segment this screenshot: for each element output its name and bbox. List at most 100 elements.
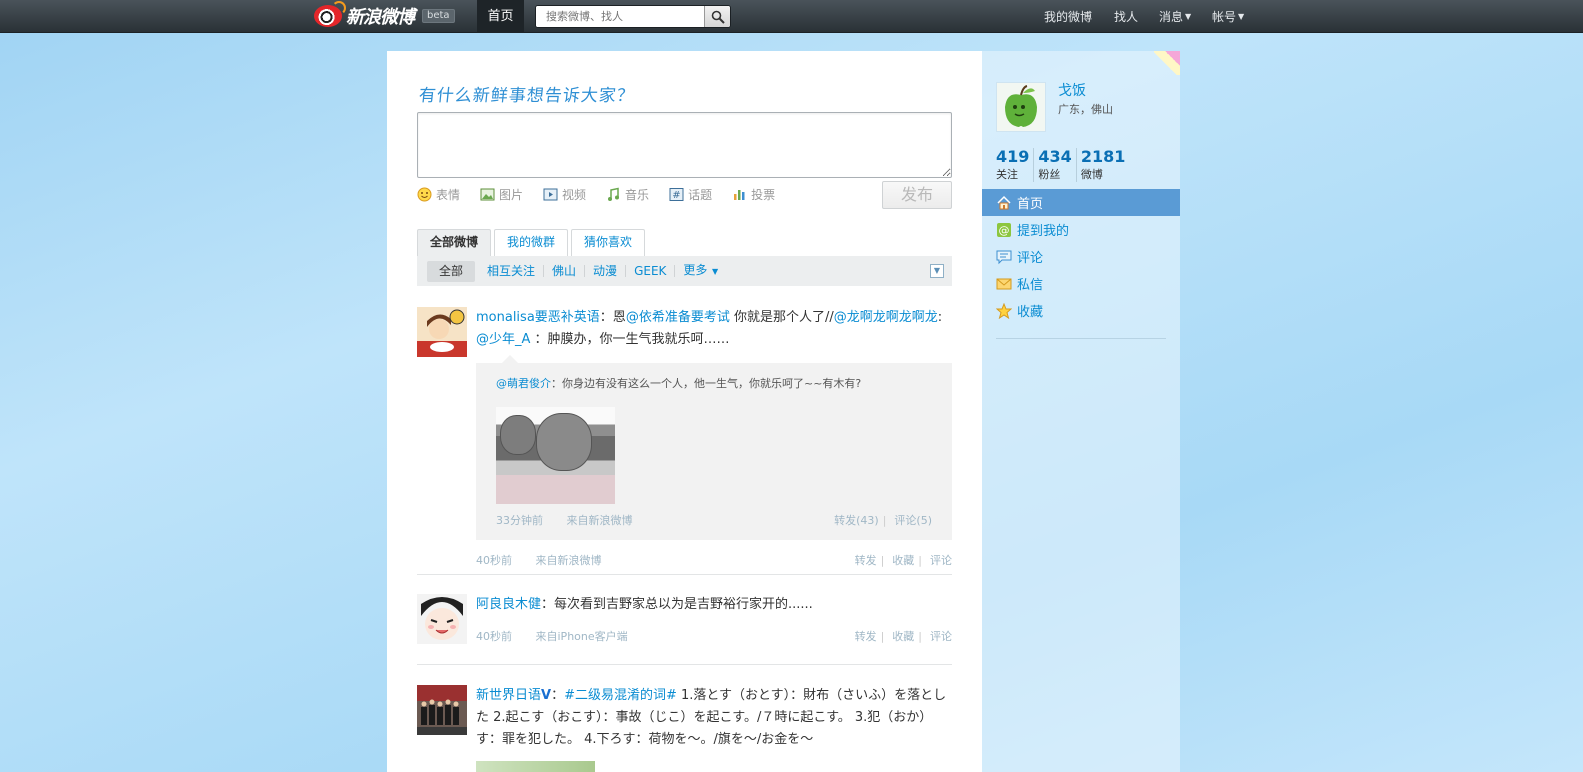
sidebar-item-comments[interactable]: 评论 — [982, 243, 1180, 270]
logo-text: 新浪微博 — [346, 7, 415, 28]
feed-item: monalisa要恶补英语：恩@依希准备要考试 你就是那个人了//@龙啊龙啊龙啊… — [417, 307, 952, 567]
mention-link[interactable]: @少年_A — [476, 332, 530, 347]
feed-source[interactable]: 新浪微博 — [558, 554, 602, 567]
quoted-username[interactable]: @萌君俊介 — [496, 377, 551, 390]
sidebar-item-label: 首页 — [1017, 197, 1044, 212]
sidebar-divider — [996, 338, 1166, 339]
repost-link[interactable]: 转发 — [855, 554, 877, 567]
profile-avatar[interactable] — [996, 82, 1046, 132]
filter-geek[interactable]: GEEK — [626, 265, 676, 277]
topic-link[interactable]: #二级易混淆的词# — [564, 688, 677, 703]
beta-badge: beta — [422, 9, 455, 23]
filter-more[interactable]: 更多 ▼ — [675, 264, 726, 278]
feed-text-segment: ：每次看到吉野家总以为是吉野裕行家开的...... — [541, 597, 813, 612]
post-textarea[interactable] — [417, 112, 952, 178]
feed-text-segment: ： — [551, 688, 565, 703]
vote-bars-icon — [734, 190, 745, 200]
nav-messages-menu[interactable]: 消息 ▼ — [1159, 0, 1191, 33]
search-input[interactable] — [536, 6, 704, 27]
repost-link[interactable]: 转发 — [855, 630, 877, 643]
filter-mutual[interactable]: 相互关注 — [479, 265, 545, 277]
feed-time[interactable]: 40秒前 — [476, 554, 512, 567]
divider-bar: | — [880, 630, 885, 643]
avatar[interactable] — [417, 307, 467, 357]
anime-avatar-image — [417, 307, 467, 357]
quoted-image-cats[interactable] — [496, 407, 615, 504]
tool-vote[interactable]: 投票 — [732, 186, 775, 203]
feed-text-segment: 你就是那个人了// — [729, 310, 834, 325]
cat-shape — [536, 413, 592, 471]
quoted-comment-link[interactable]: 评论(5) — [894, 514, 932, 527]
feed-source[interactable]: iPhone客户端 — [558, 630, 628, 643]
feed-username[interactable]: monalisa要恶补英语 — [476, 310, 600, 325]
weibo-logo[interactable]: 新浪微博 beta — [314, 1, 455, 29]
profile-counts: 419 关注 434 粉丝 2181 微博 — [996, 148, 1133, 182]
tool-image[interactable]: 图片 — [480, 186, 523, 203]
feed-body: monalisa要恶补英语：恩@依希准备要考试 你就是那个人了//@龙啊龙啊龙啊… — [476, 307, 952, 568]
nav-my-weibo[interactable]: 我的微博 — [1044, 8, 1092, 25]
feed-username[interactable]: 阿良良木健 — [476, 597, 541, 612]
expand-toggle-icon[interactable]: ▼ — [930, 264, 944, 278]
avatar[interactable] — [417, 685, 467, 735]
sidebar-item-home[interactable]: 首页 — [982, 189, 1180, 216]
sidebar-item-favorites[interactable]: 收藏 — [982, 297, 1180, 324]
feed-item: 新世界日语V：#二级易混淆的词# 1.落とす（おとす）：財布（さいふ）を落とした… — [417, 685, 952, 772]
cartoon-face-avatar-image — [417, 594, 467, 644]
at-sign-icon: @ — [997, 222, 1011, 237]
tool-emoticon[interactable]: 表情 — [417, 186, 460, 203]
nav-account: 帐号 — [1212, 10, 1237, 24]
caret-down-icon: ▼ — [709, 267, 719, 276]
favorite-link[interactable]: 收藏 — [892, 630, 914, 643]
sidebar-item-mentions[interactable]: @ 提到我的 — [982, 216, 1180, 243]
search-box — [535, 5, 731, 28]
feed-image-preview[interactable] — [476, 761, 595, 772]
followers-count[interactable]: 434 粉丝 — [1038, 148, 1077, 182]
profile-name[interactable]: 戈饭 — [1058, 80, 1086, 100]
avatar[interactable] — [417, 594, 467, 644]
publish-button[interactable]: 发布 — [882, 181, 952, 209]
filter-foshan[interactable]: 佛山 — [544, 265, 586, 277]
feed-meta: 40秒前 来自新浪微博 转发 | 收藏 | 评论 — [476, 552, 952, 568]
count-label: 关注 — [996, 168, 1018, 181]
tab-all-weibo[interactable]: 全部微博 — [417, 229, 492, 256]
nav-account-menu[interactable]: 帐号 ▼ — [1212, 0, 1244, 33]
following-count[interactable]: 419 关注 — [996, 148, 1035, 182]
mention-link[interactable]: @依希准备要考试 — [626, 310, 730, 325]
video-icon — [543, 188, 558, 201]
filter-more-label: 更多 — [683, 263, 708, 277]
comment-link[interactable]: 评论 — [930, 554, 952, 567]
feed-text-segment: ：肿膜办，你一生气我就乐呵…… — [530, 332, 730, 347]
mention-link[interactable]: @龙啊龙啊龙啊龙 — [834, 310, 938, 325]
tool-label: 视频 — [562, 188, 587, 202]
quoted-time[interactable]: 33分钟前 — [496, 514, 543, 527]
profile-location: 广东，佛山 — [1058, 103, 1113, 116]
filter-all[interactable]: 全部 — [427, 260, 476, 282]
feed-tabs: 全部微博 我的微群 猜你喜欢 — [417, 229, 648, 256]
tool-video[interactable]: 视频 — [543, 186, 586, 203]
feed-time[interactable]: 40秒前 — [476, 630, 512, 643]
quoted-post: @萌君俊介：你身边有没有这么一个人，他一生气，你就乐呵了~~有木有? 33分钟前… — [476, 355, 952, 540]
divider-bar: | — [880, 554, 885, 567]
feed-meta: 40秒前 来自iPhone客户端 转发 | 收藏 | 评论 — [476, 628, 952, 644]
sidebar-item-messages[interactable]: 私信 — [982, 270, 1180, 297]
count-label: 微博 — [1080, 168, 1103, 181]
feed-text-segment: ：恩 — [599, 310, 626, 325]
search-button[interactable] — [704, 6, 730, 27]
quoted-source[interactable]: 新浪微博 — [589, 514, 633, 527]
weibo-count[interactable]: 2181 微博 — [1081, 148, 1130, 182]
quoted-repost-link[interactable]: 转发(43) — [834, 514, 879, 527]
tab-my-groups[interactable]: 我的微群 — [494, 229, 569, 256]
tool-music[interactable]: 音乐 — [606, 186, 649, 203]
comment-link[interactable]: 评论 — [930, 630, 952, 643]
weibo-eye-icon — [314, 1, 346, 27]
tab-recommended[interactable]: 猜你喜欢 — [571, 229, 646, 256]
tool-topic[interactable]: # 话题 — [669, 186, 712, 203]
filter-anime[interactable]: 动漫 — [585, 265, 627, 277]
feed-text: 新世界日语V：#二级易混淆的词# 1.落とす（おとす）：財布（さいふ）を落とした… — [476, 685, 952, 751]
favorite-link[interactable]: 收藏 — [892, 554, 914, 567]
nav-find-people[interactable]: 找人 — [1114, 8, 1138, 25]
publisher-tools: 表情 图片 视频 音乐 # 话题 投票 — [417, 186, 795, 203]
nav-home-tab[interactable]: 首页 — [477, 0, 524, 33]
feed-username[interactable]: 新世界日语 — [476, 688, 541, 703]
cat-shape — [500, 415, 536, 455]
